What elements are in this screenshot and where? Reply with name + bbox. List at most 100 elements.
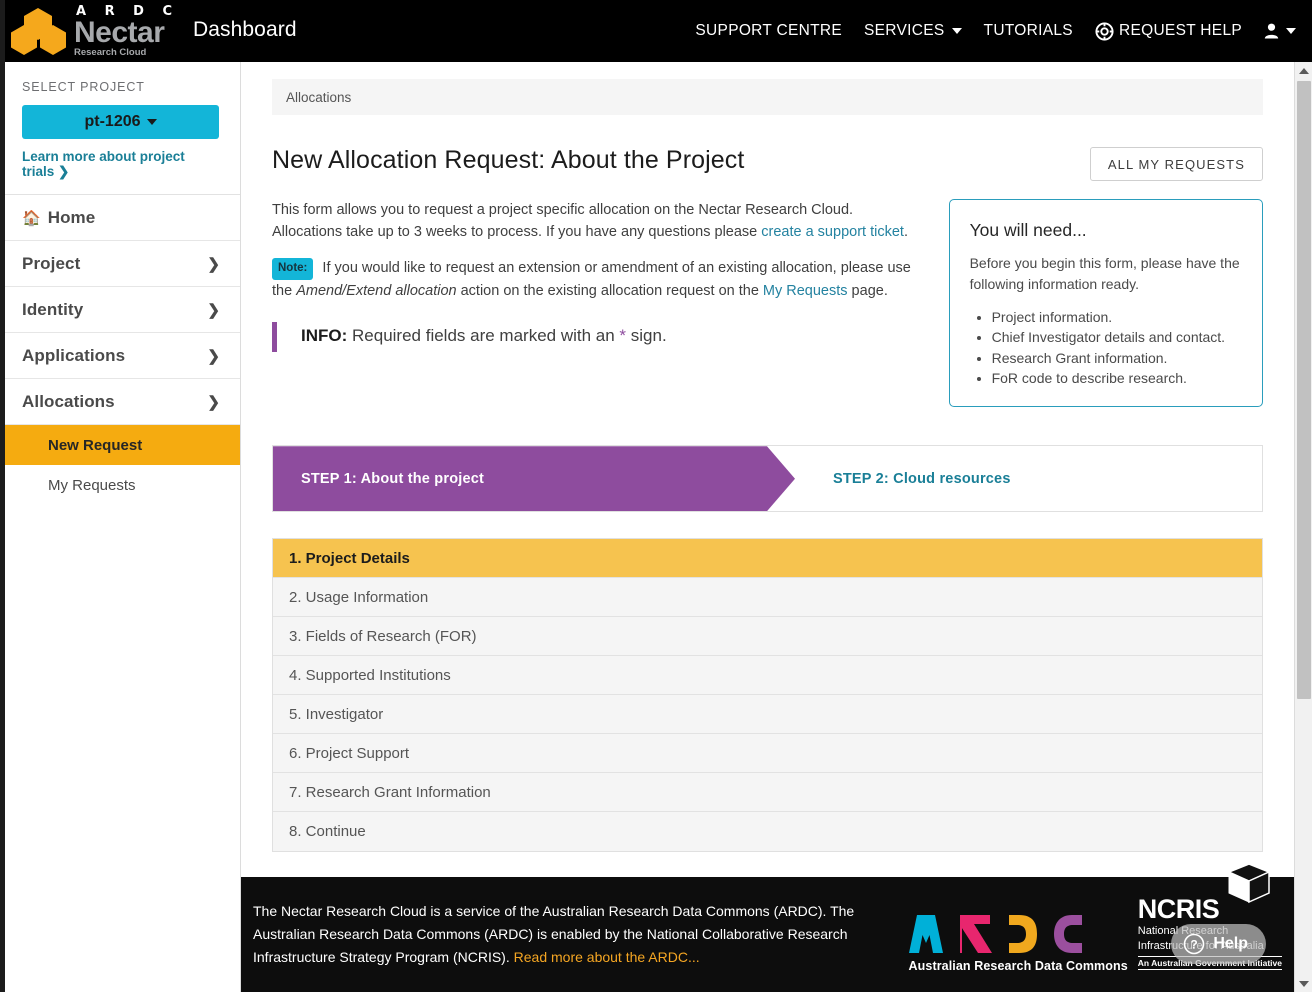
support-ticket-link[interactable]: create a support ticket <box>761 224 904 240</box>
main-content: Allocations New Allocation Request: Abou… <box>241 62 1294 992</box>
nav-support-centre-label: SUPPORT CENTRE <box>695 22 843 39</box>
project-selector-block: SELECT PROJECT pt-1206 Learn more about … <box>0 62 240 194</box>
nav-tutorials[interactable]: TUTORIALS <box>984 22 1073 40</box>
ardc-letter-d-icon <box>1008 914 1037 953</box>
page-header: New Allocation Request: About the Projec… <box>272 145 1263 181</box>
amend-extend-emphasis: Amend/Extend allocation <box>296 282 457 299</box>
intro-text-column: This form allows you to request a projec… <box>272 199 921 407</box>
home-icon: 🏠 <box>22 209 41 227</box>
nav-support-centre[interactable]: SUPPORT CENTRE <box>695 22 842 40</box>
project-dropdown-value: pt-1206 <box>84 113 141 130</box>
page-title: New Allocation Request: About the Projec… <box>272 146 745 174</box>
my-requests-link[interactable]: My Requests <box>763 283 848 299</box>
note-text-2: action on the existing allocation reques… <box>456 282 763 299</box>
you-will-need-list: Project information. Chief Investigator … <box>992 307 1242 388</box>
info-label: INFO: <box>301 325 348 345</box>
nav-services-label: SERVICES <box>864 22 945 39</box>
you-will-need-title: You will need... <box>969 220 1087 240</box>
scroll-up-button[interactable] <box>1295 62 1312 79</box>
project-dropdown-button[interactable]: pt-1206 <box>22 105 219 139</box>
accordion-item-research-grant-information[interactable]: 7. Research Grant Information <box>273 773 1262 813</box>
chevron-right-icon: ❯ <box>207 255 220 273</box>
accordion-item-label: 3. Fields of Research (FOR) <box>289 627 477 645</box>
brand-logo[interactable]: A R D C Nectar Research Cloud Dashboard <box>0 5 297 58</box>
info-callout-text: INFO: Required fields are marked with an… <box>301 326 667 345</box>
sidebar-item-allocations-label: Allocations <box>22 391 115 411</box>
breadcrumb: Allocations <box>272 79 1263 115</box>
accordion-item-usage-information[interactable]: 2. Usage Information <box>273 578 1262 618</box>
nectar-hexagon-logo-icon <box>11 8 66 55</box>
you-will-need-subtitle: Before you begin this form, please have … <box>969 255 1240 292</box>
ardc-logo-glyphs <box>908 911 1128 953</box>
chevron-down-icon <box>146 119 157 125</box>
accordion-item-label: 8. Continue <box>289 823 366 841</box>
vertical-scrollbar[interactable] <box>1294 62 1312 992</box>
help-floating-button[interactable]: ? Help <box>1171 924 1266 964</box>
list-item: Project information. <box>992 307 1242 327</box>
accordion-item-project-support[interactable]: 6. Project Support <box>273 734 1262 774</box>
chevron-down-icon <box>1299 980 1309 987</box>
accordion-item-label: 4. Supported Institutions <box>289 666 451 684</box>
nectar-tagline: Research Cloud <box>74 47 147 58</box>
sidebar-subitem-new-request-label: New Request <box>48 436 143 454</box>
project-trials-link[interactable]: Learn more about project trials ❯ <box>22 149 220 180</box>
chevron-up-icon <box>1299 67 1309 74</box>
read-more-ardc-link[interactable]: Read more about the ARDC... <box>514 949 700 965</box>
sidebar-nav-list: 🏠 Home Project ❯ Identity ❯ Applications… <box>0 194 240 505</box>
accordion-item-fields-of-research[interactable]: 3. Fields of Research (FOR) <box>273 617 1262 657</box>
nav-services[interactable]: SERVICES <box>864 22 962 40</box>
accordion-item-investigator[interactable]: 5. Investigator <box>273 695 1262 735</box>
lifebuoy-icon <box>1095 21 1114 41</box>
intro-paragraph: This form allows you to request a projec… <box>272 199 921 243</box>
accordion-item-project-details[interactable]: 1. Project Details <box>273 539 1262 579</box>
all-my-requests-button[interactable]: ALL MY REQUESTS <box>1089 147 1263 181</box>
accordion-item-continue[interactable]: 8. Continue <box>273 812 1262 852</box>
user-avatar-icon <box>1264 23 1279 39</box>
accordion-item-label: 1. Project Details <box>289 549 410 567</box>
sidebar-item-applications-label: Applications <box>22 345 126 365</box>
sidebar-item-identity-label: Identity <box>22 299 84 319</box>
accordion-item-label: 2. Usage Information <box>289 588 429 606</box>
ardc-letter-a-icon <box>908 914 943 953</box>
user-account-menu[interactable] <box>1264 23 1296 39</box>
nav-tutorials-label: TUTORIALS <box>983 22 1073 39</box>
accordion-item-supported-institutions[interactable]: 4. Supported Institutions <box>273 656 1262 696</box>
note-badge: Note: <box>272 258 314 280</box>
top-header-bar: A R D C Nectar Research Cloud Dashboard … <box>0 0 1312 62</box>
ncris-cube-icon <box>1227 863 1271 904</box>
info-text-2: sign. <box>626 325 667 345</box>
info-text-1: Required fields are marked with an <box>347 325 620 345</box>
chevron-right-icon: ❯ <box>58 164 70 179</box>
sidebar-item-project[interactable]: Project ❯ <box>0 241 240 287</box>
nav-request-help[interactable]: REQUEST HELP <box>1095 21 1242 41</box>
list-item: Chief Investigator details and contact. <box>992 327 1242 347</box>
scrollbar-thumb[interactable] <box>1297 81 1311 699</box>
scroll-down-button[interactable] <box>1295 975 1312 992</box>
question-mark-circle-icon: ? <box>1184 933 1205 955</box>
sidebar-item-identity[interactable]: Identity ❯ <box>0 287 240 333</box>
step-2-cloud-resources[interactable]: STEP 2: Cloud resources <box>795 446 1011 511</box>
accordion-item-label: 6. Project Support <box>289 744 410 762</box>
browser-viewport: A R D C Nectar Research Cloud Dashboard … <box>0 0 1312 992</box>
info-callout: INFO: Required fields are marked with an… <box>272 321 921 352</box>
step-1-label: STEP 1: About the project <box>301 470 485 487</box>
sidebar-subitem-my-requests[interactable]: My Requests <box>0 465 240 505</box>
ardc-logo-caption: Australian Research Data Commons <box>908 958 1128 973</box>
help-button-label: Help <box>1213 935 1248 952</box>
sidebar-item-project-label: Project <box>22 253 81 273</box>
sidebar-subitem-new-request[interactable]: New Request <box>0 425 240 465</box>
ardc-logo: Australian Research Data Commons <box>908 911 1128 973</box>
sidebar-item-home-label: Home <box>47 207 96 227</box>
nav-request-help-label: REQUEST HELP <box>1118 22 1242 39</box>
sidebar-item-applications[interactable]: Applications ❯ <box>0 333 240 379</box>
page-footer: The Nectar Research Cloud is a service o… <box>241 863 1294 992</box>
breadcrumb-item-allocations[interactable]: Allocations <box>286 90 351 105</box>
step-2-label: STEP 2: Cloud resources <box>833 470 1011 487</box>
sidebar-item-home[interactable]: 🏠 Home <box>0 195 240 241</box>
step-1-about-the-project[interactable]: STEP 1: About the project <box>273 446 795 511</box>
note-text-3: page. <box>847 282 888 299</box>
nectar-wordmark-text: Nectar <box>74 15 165 49</box>
ardc-letter-r-icon <box>959 914 992 953</box>
select-project-label: SELECT PROJECT <box>22 80 145 94</box>
sidebar-item-allocations[interactable]: Allocations ❯ <box>0 379 240 425</box>
